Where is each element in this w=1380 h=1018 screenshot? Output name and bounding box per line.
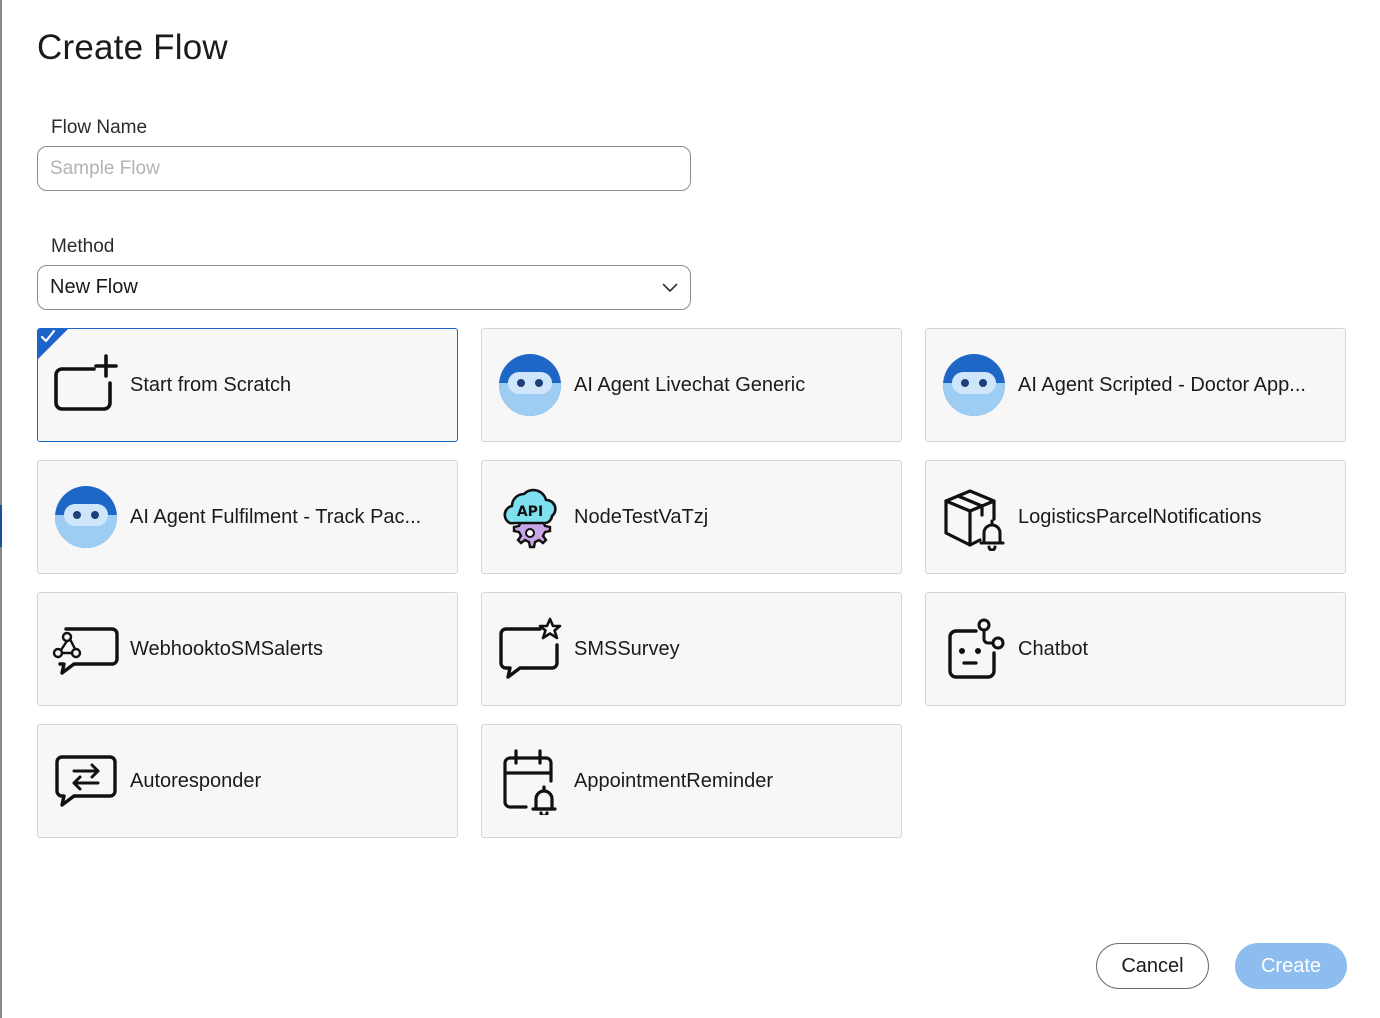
template-label: LogisticsParcelNotifications xyxy=(1018,505,1262,528)
template-label: NodeTestVaTzj xyxy=(574,505,709,528)
ai-agent-icon xyxy=(52,483,120,551)
flow-name-label: Flow Name xyxy=(51,117,148,138)
create-button[interactable]: Create xyxy=(1235,943,1347,989)
template-card-chatbot[interactable]: Chatbot xyxy=(925,592,1346,706)
template-card-ai-agent-livechat-generic[interactable]: AI Agent Livechat Generic xyxy=(481,328,902,442)
template-label: Chatbot xyxy=(1018,637,1089,660)
dialog-title: Create Flow xyxy=(37,28,228,67)
template-card-sms-survey[interactable]: SMSSurvey xyxy=(481,592,902,706)
template-card-appointment-reminder[interactable]: AppointmentReminder xyxy=(481,724,902,838)
template-card-logistics-parcel-notifications[interactable]: LogisticsParcelNotifications xyxy=(925,460,1346,574)
template-card-ai-agent-fulfilment[interactable]: AI Agent Fulfilment - Track Pac... xyxy=(37,460,458,574)
parcel-bell-icon xyxy=(940,483,1008,551)
api-cloud-icon: API xyxy=(496,483,564,551)
ai-agent-icon xyxy=(940,351,1008,419)
template-label: SMSSurvey xyxy=(574,637,680,660)
template-card-autoresponder[interactable]: Autoresponder xyxy=(37,724,458,838)
template-card-start-from-scratch[interactable]: Start from Scratch xyxy=(37,328,458,442)
chatbot-icon xyxy=(940,615,1008,683)
template-card-ai-agent-scripted-doctor[interactable]: AI Agent Scripted - Doctor App... xyxy=(925,328,1346,442)
template-label: AI Agent Scripted - Doctor App... xyxy=(1018,373,1306,396)
method-label: Method xyxy=(51,236,115,257)
cancel-button[interactable]: Cancel xyxy=(1096,943,1209,989)
template-label: AI Agent Fulfilment - Track Pac... xyxy=(130,505,422,528)
create-flow-dialog: Create Flow Flow Name Method New Flow St… xyxy=(2,0,1380,1018)
method-selected-value: New Flow xyxy=(50,276,138,298)
template-label: Start from Scratch xyxy=(130,373,292,396)
template-label: WebhooktoSMSalerts xyxy=(130,637,324,660)
template-card-nodetestvatzj[interactable]: API NodeTestVaTzj xyxy=(481,460,902,574)
method-select[interactable]: New Flow xyxy=(37,265,691,310)
template-label: Autoresponder xyxy=(130,769,262,792)
ai-agent-icon xyxy=(496,351,564,419)
chat-arrows-icon xyxy=(52,747,120,815)
add-canvas-icon xyxy=(52,351,120,419)
chat-star-icon xyxy=(496,615,564,683)
template-label: AI Agent Livechat Generic xyxy=(574,373,806,396)
svg-text:API: API xyxy=(517,504,543,520)
template-label: AppointmentReminder xyxy=(574,769,773,792)
template-card-webhook-to-sms-alerts[interactable]: WebhooktoSMSalerts xyxy=(37,592,458,706)
flow-name-input[interactable] xyxy=(37,146,691,191)
checkmark-icon xyxy=(40,329,56,343)
webhook-chat-icon xyxy=(52,615,120,683)
chevron-down-icon xyxy=(662,283,678,292)
calendar-bell-icon xyxy=(496,747,564,815)
